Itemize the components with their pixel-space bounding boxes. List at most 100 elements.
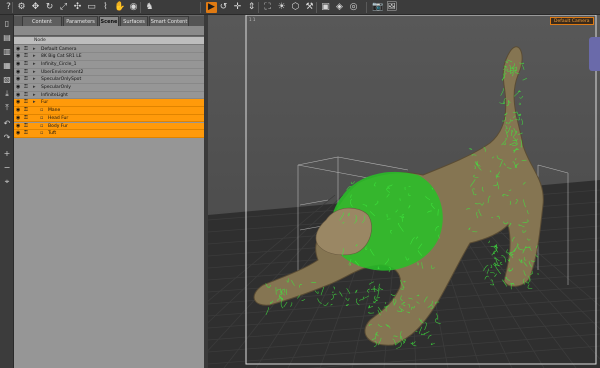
tab-parameters[interactable]: Parameters — [63, 16, 98, 26]
node-column-header[interactable]: Node — [14, 37, 204, 45]
zoom-in-icon[interactable]: + — [2, 149, 12, 159]
spot-render-icon[interactable]: ▣ — [320, 2, 331, 13]
selectable-arrow-icon[interactable]: ⚿ — [24, 69, 31, 75]
scene-node-label: SpecularOnly — [41, 85, 71, 90]
scene-node-row[interactable]: ◉ ⚿ ▸ SpecularOnlySpot — [14, 76, 204, 84]
visibility-eye-icon[interactable]: ◉ — [16, 131, 23, 136]
lights-icon[interactable]: ☀ — [276, 2, 287, 13]
render-icon[interactable]: ⬡ — [290, 2, 301, 13]
camera-selector[interactable]: Default Camera — [550, 17, 594, 25]
scene-node-label: Fur — [41, 100, 49, 106]
scene-panel: Content Library Parameters Scene Surface… — [14, 15, 204, 368]
scene-node-row[interactable]: ◉ ⚿ ▫ Body Fur — [14, 122, 204, 131]
undo-icon[interactable]: ↶ — [2, 119, 12, 129]
scale-icon[interactable]: ⤢ — [58, 2, 69, 13]
zoom-out-icon[interactable]: − — [2, 163, 12, 173]
new-scene-icon[interactable]: ▯ — [2, 19, 12, 29]
merge-icon[interactable]: ▥ — [2, 47, 12, 57]
scene-node-label: InfiniteLight — [41, 92, 68, 98]
visibility-eye-icon[interactable]: ◉ — [16, 100, 23, 105]
scene-node-row[interactable]: ◉ ⚿ ▸ SpecularOnly — [14, 84, 204, 92]
import-icon[interactable]: ⤓ — [2, 89, 12, 99]
selectable-arrow-icon[interactable]: ⚿ — [24, 54, 31, 59]
rotate-icon[interactable]: ↻ — [44, 2, 55, 13]
visibility-eye-icon[interactable]: ◉ — [16, 54, 23, 59]
scene-node-list: Node ◉ ⚿ ▸ Default Camera ◉ ⚿ ▸ 8K Big Cat SR1 … — [14, 37, 204, 368]
node-column-label: Node — [34, 38, 46, 43]
selectable-arrow-icon[interactable]: ⚿ — [24, 46, 31, 52]
orbit-icon[interactable]: ↺ — [218, 2, 229, 13]
selectable-arrow-icon[interactable]: ⚿ — [24, 77, 31, 82]
active-tool-icon[interactable]: ▶ — [206, 2, 217, 13]
iray-icon[interactable]: ◈ — [334, 2, 345, 13]
tab-smart-content[interactable]: Smart Content — [149, 16, 189, 26]
visibility-eye-icon[interactable]: ◉ — [16, 92, 23, 98]
selectable-arrow-icon[interactable]: ⚿ — [24, 108, 31, 113]
toolbar-separator — [258, 2, 259, 13]
viewport-side-tab[interactable] — [589, 37, 600, 71]
top-toolbar: ? ⚙ ✥ ↻ ⤢ ✣ ▭ ⌇ ✋ ◉ ♞ ▶ ↺ ✛ ⇕ ⛶ ☀ ⬡ ⚒ ▣ ◈ ◎ 📷 🖼 — [0, 0, 600, 15]
image-icon[interactable]: 🖼 — [386, 2, 397, 13]
visibility-eye-icon[interactable]: ◉ — [16, 77, 23, 82]
node-icon[interactable]: ◉ — [128, 2, 139, 13]
render-settings-icon[interactable]: ⚒ — [304, 2, 315, 13]
scene-node-row[interactable]: ◉ ⚿ ▸ UberEnvironment2 — [14, 69, 204, 77]
save-as-icon[interactable]: ▧ — [2, 75, 12, 85]
frame-icon[interactable]: ⛶ — [262, 2, 273, 13]
pan-icon[interactable]: ✛ — [232, 2, 243, 13]
tab-content-library[interactable]: Content Library — [22, 16, 62, 35]
visibility-eye-icon[interactable]: ◉ — [16, 69, 23, 75]
pose-icon[interactable]: ♞ — [144, 2, 155, 13]
export-icon[interactable]: ⤒ — [2, 103, 12, 113]
grab-icon[interactable]: ✋ — [114, 2, 125, 13]
node-type-icon: ▸ — [33, 53, 36, 60]
move-icon[interactable]: ✥ — [30, 2, 41, 13]
scene-node-row[interactable]: ◉ ⚿ ▫ Mane — [14, 107, 204, 115]
selectable-arrow-icon[interactable]: ⚿ — [24, 115, 31, 121]
open-icon[interactable]: ▤ — [2, 33, 12, 43]
joint-icon[interactable]: ⌇ — [100, 2, 111, 13]
visibility-eye-icon[interactable]: ◉ — [16, 46, 23, 52]
tab-scene[interactable]: Scene — [99, 16, 119, 26]
node-type-icon: ▸ — [33, 99, 36, 106]
redo-icon[interactable]: ↷ — [2, 133, 12, 143]
scene-node-label: Tuft — [48, 131, 57, 137]
selectable-arrow-icon[interactable]: ⚿ — [24, 61, 31, 67]
scene-node-row[interactable]: ◉ ⚿ ▸ Fur — [14, 99, 204, 108]
fit-icon[interactable]: ⌖ — [2, 177, 12, 187]
scene-node-row[interactable]: ◉ ⚿ ▸ InfiniteLight — [14, 92, 204, 100]
selectable-arrow-icon[interactable]: ⚿ — [24, 85, 31, 90]
visibility-eye-icon[interactable]: ◉ — [16, 115, 23, 121]
preview-icon[interactable]: ◎ — [348, 2, 359, 13]
scene-node-row[interactable]: ◉ ⚿ ▸ Default Camera — [14, 46, 204, 54]
scene-node-label: Default Camera — [41, 46, 77, 52]
scene-node-label: SpecularOnlySpot — [41, 77, 82, 83]
selectable-arrow-icon[interactable]: ⚿ — [24, 92, 31, 98]
scene-node-row[interactable]: ◉ ⚿ ▫ Tuft — [14, 130, 204, 138]
save-icon[interactable]: ▦ — [2, 61, 12, 71]
panel-options-bar — [14, 26, 204, 36]
node-type-icon: ▸ — [33, 91, 36, 98]
selectable-arrow-icon[interactable]: ⚿ — [24, 100, 31, 105]
viewport-scene — [208, 15, 600, 368]
node-type-icon: ▫ — [40, 107, 44, 114]
region-icon[interactable]: ▭ — [86, 2, 97, 13]
visibility-eye-icon[interactable]: ◉ — [16, 123, 23, 129]
3d-viewport[interactable]: 1 1 Default Camera — [208, 15, 600, 368]
scene-node-row[interactable]: ◉ ⚿ ▫ Head Fur — [14, 114, 204, 123]
tab-surfaces[interactable]: Surfaces — [120, 16, 148, 26]
scene-node-row[interactable]: ◉ ⚿ ▸ 8K Big Cat SR1 LE — [14, 53, 204, 61]
selectable-arrow-icon[interactable]: ⚿ — [24, 123, 31, 129]
selectable-arrow-icon[interactable]: ⚿ — [24, 131, 31, 136]
scene-node-row[interactable]: ◉ ⚿ ▸ Infinity_Circle_1 — [14, 61, 204, 69]
visibility-eye-icon[interactable]: ◉ — [16, 108, 23, 113]
visibility-eye-icon[interactable]: ◉ — [16, 61, 23, 67]
toolbar-separator — [140, 2, 141, 13]
visibility-eye-icon[interactable]: ◉ — [16, 85, 23, 90]
universal-icon[interactable]: ✣ — [72, 2, 83, 13]
parameters-icon[interactable]: ⚙ — [16, 2, 27, 13]
dolly-icon[interactable]: ⇕ — [246, 2, 257, 13]
camera-icon[interactable]: 📷 — [372, 2, 383, 13]
node-type-icon: ▸ — [33, 84, 36, 90]
scene-node-label: 8K Big Cat SR1 LE — [41, 54, 82, 60]
